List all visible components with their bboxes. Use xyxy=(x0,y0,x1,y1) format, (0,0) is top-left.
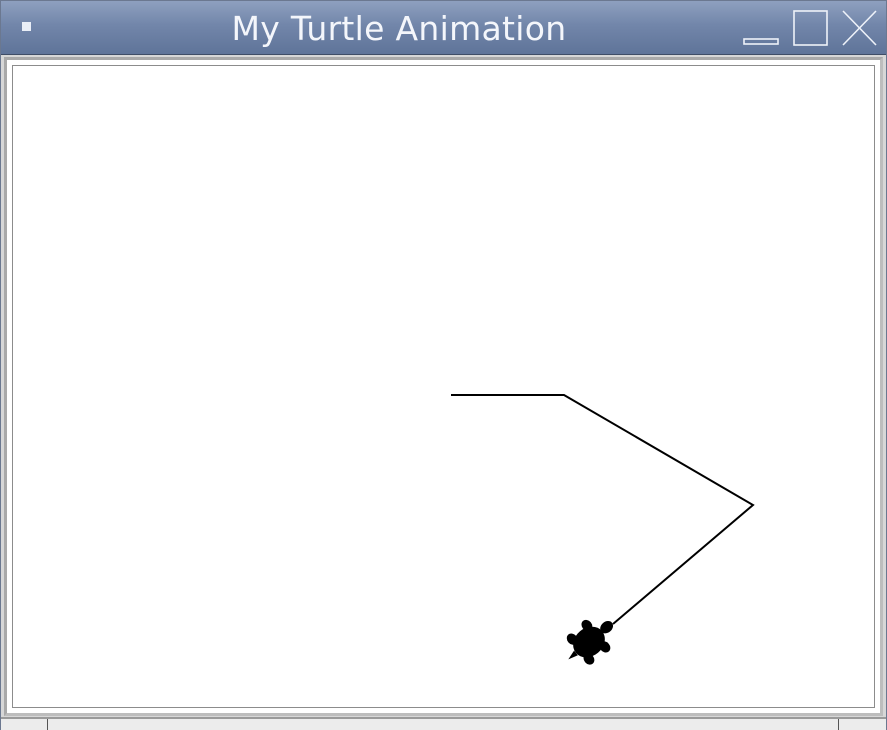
resize-grip-left[interactable] xyxy=(47,719,48,730)
close-icon[interactable] xyxy=(840,9,878,47)
minimize-icon[interactable] xyxy=(743,9,781,47)
title-bar[interactable]: My Turtle Animation xyxy=(1,1,886,55)
maximize-icon[interactable] xyxy=(792,9,830,47)
turtle-window: My Turtle Animation xyxy=(0,0,887,730)
window-title: My Turtle Animation xyxy=(231,9,567,48)
client-area xyxy=(4,57,883,716)
resize-grip-right[interactable] xyxy=(838,719,839,730)
turtle-path xyxy=(451,394,755,625)
drawing-surface xyxy=(451,394,755,665)
turtle-canvas[interactable] xyxy=(12,65,875,708)
window-bottom-border xyxy=(1,717,886,730)
turtle-icon xyxy=(566,619,614,665)
